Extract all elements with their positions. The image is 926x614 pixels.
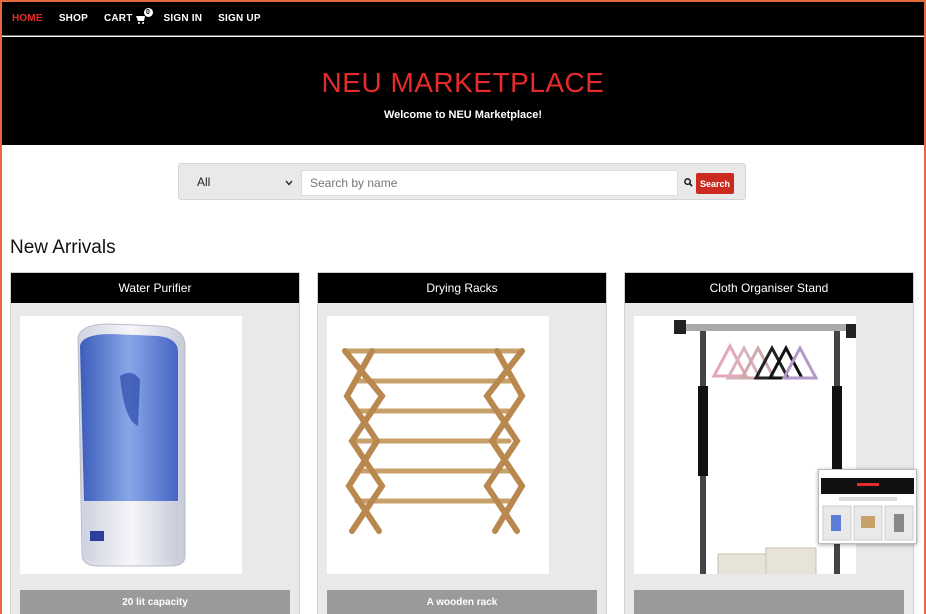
product-name: Water Purifier xyxy=(11,273,299,303)
product-caption: 20 lit capacity xyxy=(20,590,290,614)
hero-banner: NEU MARKETPLACE Welcome to NEU Marketpla… xyxy=(2,37,924,145)
product-card-cloth-organiser-stand[interactable]: Cloth Organiser Stand xyxy=(624,272,914,614)
product-card-drying-racks[interactable]: Drying Racks A wooden rack xyxy=(317,272,607,614)
section-title: New Arrivals xyxy=(10,237,116,258)
top-navbar: HOME SHOP CART 0 SIGN IN SIGN UP xyxy=(2,2,924,36)
welcome-message: Welcome to NEU Marketplace! xyxy=(383,109,543,121)
product-image-drying-racks[interactable] xyxy=(327,316,549,574)
browser-viewport: HOME SHOP CART 0 SIGN IN SIGN UP NEU MAR… xyxy=(2,2,924,614)
search-bar: All Search by name Search xyxy=(178,163,746,200)
page-thumbnail-preview[interactable] xyxy=(818,469,917,544)
product-caption xyxy=(634,590,904,614)
search-button[interactable]: Search xyxy=(696,173,734,194)
cart-icon: 0 xyxy=(135,7,153,24)
product-name: Drying Racks xyxy=(318,273,606,303)
nav-home-link[interactable]: HOME xyxy=(12,13,43,24)
search-icon[interactable] xyxy=(684,174,693,192)
nav-signup-link[interactable]: SIGN UP xyxy=(218,13,261,24)
product-image-water-purifier[interactable] xyxy=(20,316,242,574)
product-name: Cloth Organiser Stand xyxy=(625,273,913,303)
chevron-down-icon xyxy=(285,175,293,189)
category-select[interactable]: All xyxy=(187,169,299,195)
search-input[interactable]: Search by name xyxy=(301,170,678,196)
product-card-water-purifier[interactable]: Water Purifier 20 lit capacity xyxy=(10,272,300,614)
nav-signin-link[interactable]: SIGN IN xyxy=(164,13,203,24)
category-selected-value: All xyxy=(197,175,211,189)
nav-cart-link[interactable]: CART 0 xyxy=(103,7,153,24)
nav-cart-label: CART xyxy=(103,13,133,24)
cart-count-badge: 0 xyxy=(143,7,153,17)
nav-shop-link[interactable]: SHOP xyxy=(59,13,88,24)
product-caption: A wooden rack xyxy=(327,590,597,614)
site-title: NEU MARKETPLACE xyxy=(321,67,605,98)
